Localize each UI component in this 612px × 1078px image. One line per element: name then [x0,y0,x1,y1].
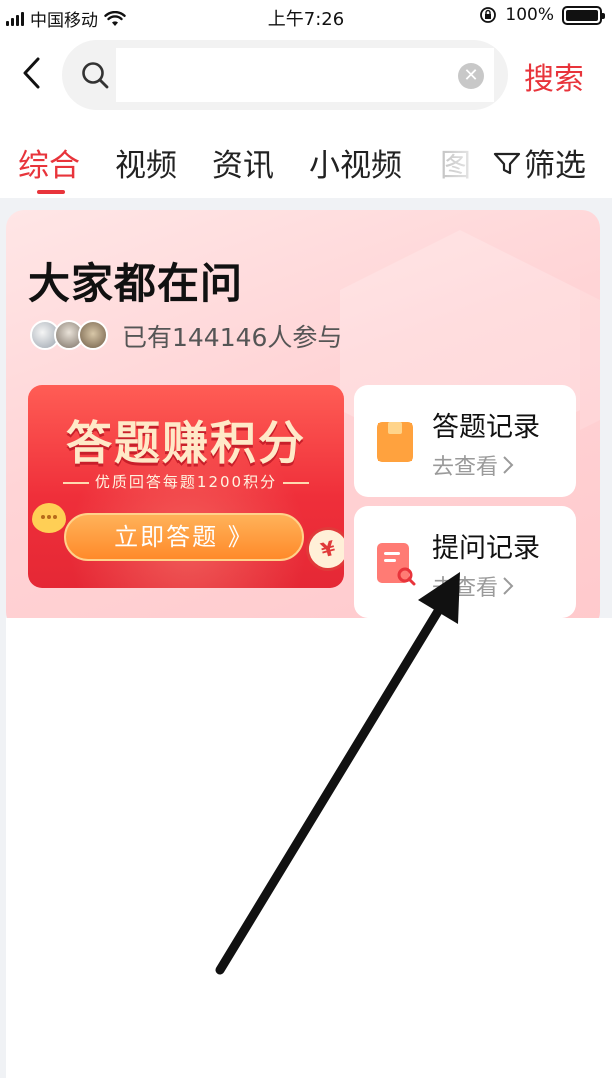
record-title: 提问记录 [432,533,540,564]
answer-records-card[interactable]: 答题记录 去查看 [354,385,576,497]
document-search-icon [377,543,416,586]
everyone-asking-card: 大家都在问 已有144146人参与 答题赚积分 优质回答每题1200积分 立即答… [6,210,600,630]
search-icon [82,62,109,89]
results-area [6,618,612,1078]
tab-news[interactable]: 资讯 [212,140,274,185]
card-title: 大家都在问 [28,259,244,308]
search-input[interactable] [116,48,494,102]
tab-short-video[interactable]: 小视频 [309,140,402,185]
search-box[interactable]: ✕ [62,40,508,110]
view-link-label: 去查看 [432,455,499,480]
tab-video[interactable]: 视频 [115,140,177,185]
record-title: 答题记录 [432,412,540,443]
back-icon[interactable] [18,56,46,90]
clear-icon[interactable]: ✕ [458,63,484,89]
quiz-banner[interactable]: 答题赚积分 优质回答每题1200积分 立即答题 》 ¥ [28,385,344,588]
avatar [78,320,108,350]
view-link[interactable]: 去查看 [432,570,514,602]
active-tab-indicator [37,190,65,194]
battery-icon [562,5,605,25]
tab-fade [432,118,492,198]
tab-comprehensive[interactable]: 综合 [18,140,80,185]
battery-fill [566,9,598,21]
banner-title: 答题赚积分 [66,416,306,470]
view-link-label: 去查看 [432,576,499,601]
folder-icon [377,422,413,462]
battery-percent: 100% [505,5,554,25]
category-tabs: 综合 视频 资讯 小视频 图 筛选 [0,118,612,198]
answer-now-button[interactable]: 立即答题 》 [64,513,304,561]
search-header: ✕ 搜索 [0,32,612,118]
banner-subtitle: 优质回答每题1200积分 [28,471,344,492]
question-records-card[interactable]: 提问记录 去查看 [354,506,576,618]
chevron-right-icon [503,577,514,595]
orientation-lock-icon [480,7,497,23]
status-right: 100% [479,5,605,25]
chevron-right-icon [503,456,514,474]
participant-count: 已有144146人参与 [122,323,343,352]
participant-avatars [30,320,108,350]
search-button[interactable]: 搜索 [524,54,584,98]
filter-icon [493,152,521,174]
filter-label: 筛选 [524,148,586,184]
coin-icon: ¥ [301,522,344,576]
chat-bubble-icon [32,503,66,533]
view-link[interactable]: 去查看 [432,449,514,481]
status-bar: 中国移动 上午7:26 100% [0,0,612,32]
filter-button[interactable]: 筛选 [490,140,586,185]
